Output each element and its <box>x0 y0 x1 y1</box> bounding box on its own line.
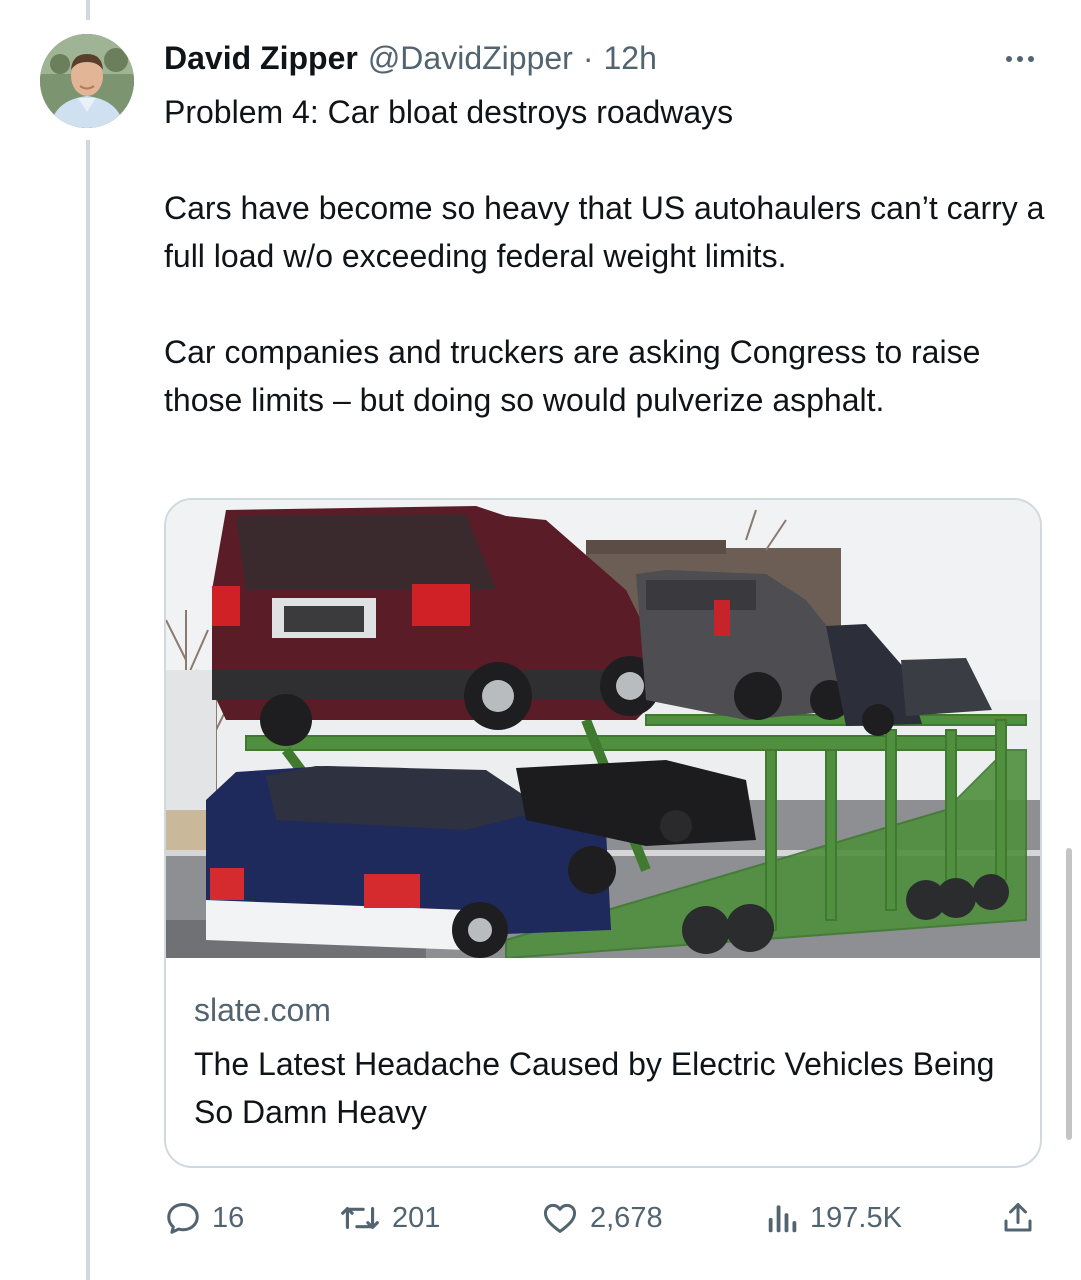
card-image <box>166 500 1040 958</box>
author-handle[interactable]: @DavidZipper <box>368 40 573 77</box>
tweet-time[interactable]: 12h <box>603 40 656 77</box>
like-count: 2,678 <box>590 1201 663 1234</box>
tweet-header: David Zipper @DavidZipper · 12h <box>164 38 657 78</box>
more-icon[interactable] <box>998 44 1042 74</box>
share-icon <box>1004 1203 1032 1232</box>
heart-icon <box>543 1203 577 1233</box>
header-separator: · <box>582 39 594 76</box>
thread-line-top <box>86 0 90 20</box>
views-button[interactable]: 197.5K <box>766 1196 902 1240</box>
views-icon <box>768 1205 797 1233</box>
repost-icon <box>341 1206 379 1229</box>
card-title: The Latest Headache Caused by Electric V… <box>194 1046 995 1130</box>
avatar[interactable] <box>40 34 134 128</box>
tweet-text: Problem 4: Car bloat destroys roadways C… <box>164 94 1045 418</box>
action-bar: 16 201 2,678 197.5K <box>164 1196 1044 1240</box>
link-card[interactable]: slate.com The Latest Headache Caused by … <box>164 498 1042 1168</box>
reply-icon <box>167 1203 199 1234</box>
like-button[interactable]: 2,678 <box>540 1196 663 1240</box>
card-domain: slate.com <box>194 992 331 1028</box>
share-button[interactable] <box>1000 1196 1046 1240</box>
scrollbar[interactable] <box>1066 848 1072 1140</box>
repost-count: 201 <box>392 1201 441 1234</box>
thread-line <box>86 140 90 1280</box>
reply-count: 16 <box>212 1201 245 1234</box>
author-name[interactable]: David Zipper <box>164 40 358 77</box>
views-count: 197.5K <box>810 1201 902 1234</box>
repost-button[interactable]: 201 <box>338 1196 440 1240</box>
reply-button[interactable]: 16 <box>164 1196 244 1240</box>
avatar-image <box>40 34 134 128</box>
